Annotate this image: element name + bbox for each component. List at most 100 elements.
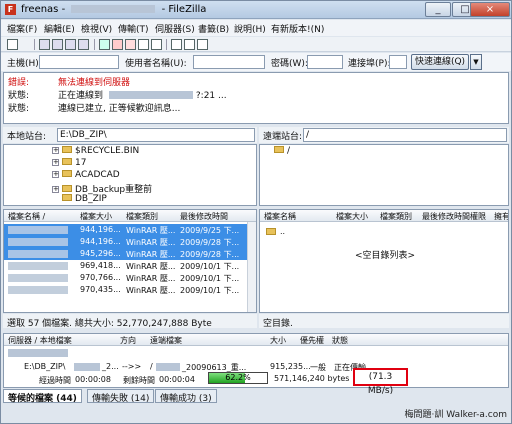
tree-item[interactable]: + ACADCAD bbox=[52, 170, 120, 182]
local-scrollbar[interactable] bbox=[247, 222, 256, 312]
col-priority[interactable]: 優先權 bbox=[300, 335, 324, 346]
log-text: 無法連線到伺服器 bbox=[58, 78, 131, 88]
col-size[interactable]: 大小 bbox=[270, 335, 286, 346]
toolbar-separator bbox=[166, 39, 167, 50]
menu-bar: 檔案(F) 編輯(E) 檢視(V) 傳輸(T) 伺服器(S) 書籤(B) 說明(… bbox=[1, 20, 511, 36]
col-direction[interactable]: 方向 bbox=[120, 335, 136, 346]
process-queue-icon[interactable] bbox=[112, 39, 123, 50]
col-filename[interactable]: 檔案名稱 bbox=[264, 211, 296, 222]
toggle-log-icon[interactable] bbox=[39, 39, 50, 50]
menu-help[interactable]: 說明(H) bbox=[234, 22, 266, 35]
close-button[interactable]: × bbox=[470, 2, 510, 17]
tree-item[interactable]: + DB_backup重整前 bbox=[52, 182, 152, 195]
file-row[interactable]: 944,196... WinRAR 壓... 2009/9/28 下... bbox=[4, 236, 248, 248]
menu-bookmarks[interactable]: 書籤(B) bbox=[198, 22, 229, 35]
tree-item[interactable]: DB_ZIP bbox=[62, 194, 107, 205]
file-row[interactable]: 970,435... WinRAR 壓... 2009/10/1 下... bbox=[4, 284, 248, 296]
log-row: 狀態: 連線已建立, 正等候歡迎訊息... bbox=[8, 101, 180, 114]
col-filetype[interactable]: 檔案類別 bbox=[126, 211, 158, 222]
remote-path-input[interactable]: / bbox=[303, 128, 507, 142]
site-manager-icon[interactable] bbox=[7, 39, 18, 50]
search-icon[interactable] bbox=[197, 39, 208, 50]
directory-compare-icon[interactable] bbox=[171, 39, 182, 50]
toolbar bbox=[1, 37, 511, 52]
disconnect-icon[interactable] bbox=[138, 39, 149, 50]
queue-header: 伺服器 / 本地檔案 方向 遠端檔案 大小 優先權 狀態 bbox=[4, 334, 508, 346]
host-label: 主機(H): bbox=[7, 59, 42, 69]
quickconnect-bar: 主機(H): 使用者名稱(U): 密碼(W): 連接埠(P): 快速連線(Q) … bbox=[1, 53, 511, 71]
local-path-bar: 本地站台: E:\DB_ZIP\ bbox=[3, 127, 257, 143]
toggle-queue-icon[interactable] bbox=[78, 39, 89, 50]
reconnect-icon[interactable] bbox=[151, 39, 162, 50]
minimize-button[interactable]: _ bbox=[425, 2, 451, 17]
tree-item[interactable]: / bbox=[274, 146, 290, 158]
file-row[interactable]: 944,196... WinRAR 壓... 2009/9/25 下... bbox=[4, 224, 248, 236]
remote-file-header: 檔案名稱 檔案大小 檔案類別 最後修改時間 權限 擁有 bbox=[260, 210, 508, 222]
message-log: 錯誤: 無法連線到伺服器 狀態: 正在連線到 ?:21 ... 狀態: 連線已建立, … bbox=[3, 72, 509, 124]
col-modified[interactable]: 最後修改時間 bbox=[422, 211, 470, 222]
menu-server[interactable]: 伺服器(S) bbox=[155, 22, 195, 35]
username-label: 使用者名稱(U): bbox=[125, 59, 187, 69]
cancel-icon[interactable] bbox=[125, 39, 136, 50]
folder-icon bbox=[62, 185, 72, 192]
filezilla-icon: F bbox=[5, 4, 16, 15]
col-server-local[interactable]: 伺服器 / 本地檔案 bbox=[8, 335, 72, 346]
remote-file-list: 檔案名稱 檔案大小 檔案類別 最後修改時間 權限 擁有 .. <空目錄列表> bbox=[259, 209, 509, 313]
redacted-filename bbox=[156, 363, 180, 371]
refresh-icon[interactable] bbox=[99, 39, 110, 50]
menu-view[interactable]: 檢視(V) bbox=[81, 22, 112, 35]
col-filetype[interactable]: 檔案類別 bbox=[380, 211, 412, 222]
watermark: 梅問題‧訓 Walker-a.com bbox=[404, 410, 507, 420]
username-input[interactable] bbox=[193, 55, 265, 69]
redacted-filename bbox=[8, 238, 68, 246]
toggle-remote-tree-icon[interactable] bbox=[65, 39, 76, 50]
folder-icon bbox=[274, 146, 284, 153]
folder-icon bbox=[266, 228, 276, 235]
menu-new-version[interactable]: 有新版本!(N) bbox=[271, 22, 324, 35]
menu-file[interactable]: 檔案(F) bbox=[7, 22, 37, 35]
col-permissions[interactable]: 權限 bbox=[470, 211, 486, 222]
local-path-input[interactable]: E:\DB_ZIP\ bbox=[57, 128, 255, 142]
col-filesize[interactable]: 檔案大小 bbox=[336, 211, 368, 222]
log-type: 狀態: bbox=[8, 104, 30, 114]
toggle-local-tree-icon[interactable] bbox=[52, 39, 63, 50]
tree-item[interactable]: + $RECYCLE.BIN bbox=[52, 146, 139, 158]
col-filesize[interactable]: 檔案大小 bbox=[80, 211, 112, 222]
remote-path-bar: 遠端站台: / bbox=[259, 127, 509, 143]
local-status: 選取 57 個檔案. 總共大小: 52,770,247,888 Byte bbox=[3, 314, 257, 329]
port-label: 連接埠(P): bbox=[348, 59, 391, 69]
file-row[interactable]: 945,296... WinRAR 壓... 2009/9/28 下... bbox=[4, 248, 248, 260]
password-input[interactable] bbox=[307, 55, 343, 69]
log-type: 錯誤: bbox=[8, 78, 30, 88]
queue-tabs: 等候的檔案 (44) 傳輸失敗 (14) 傳輸成功 (3) bbox=[3, 389, 509, 404]
folder-icon bbox=[62, 158, 72, 165]
empty-directory-message: <空目錄列表> bbox=[354, 251, 416, 261]
port-input[interactable] bbox=[389, 55, 407, 69]
host-input[interactable] bbox=[39, 55, 119, 69]
tab-queued-files[interactable]: 等候的檔案 (44) bbox=[3, 389, 82, 404]
tab-successful-transfers[interactable]: 傳輸成功 (3) bbox=[155, 389, 217, 404]
file-row[interactable]: 970,766... WinRAR 壓... 2009/10/1 下... bbox=[4, 272, 248, 284]
quickconnect-button[interactable]: 快速連線(Q) bbox=[411, 54, 469, 70]
password-label: 密碼(W): bbox=[271, 59, 308, 69]
transfer-progress-bar: 62.2% bbox=[208, 372, 268, 384]
redacted-filename bbox=[8, 262, 68, 270]
tab-failed-transfers[interactable]: 傳輸失敗 (14) bbox=[87, 389, 155, 404]
transfer-speed: (71.3 MB/s) bbox=[353, 368, 408, 396]
menu-edit[interactable]: 編輯(E) bbox=[44, 22, 75, 35]
redacted-filename bbox=[74, 363, 100, 371]
tree-item[interactable]: +17 bbox=[52, 158, 86, 170]
transferred-bytes: 571,146,240 bytes bbox=[274, 374, 350, 383]
local-file-list: 檔案名稱 / 檔案大小 檔案類別 最後修改時間 944,196... WinRAR… bbox=[3, 209, 257, 313]
file-row[interactable]: 969,418... WinRAR 壓... 2009/10/1 下... bbox=[4, 260, 248, 272]
col-filename[interactable]: 檔案名稱 / bbox=[8, 211, 45, 222]
col-owner[interactable]: 擁有 bbox=[494, 211, 508, 222]
redacted-host bbox=[71, 5, 156, 13]
col-remote-file[interactable]: 遠端檔案 bbox=[150, 335, 182, 346]
col-modified[interactable]: 最後修改時間 bbox=[180, 211, 228, 222]
sync-browse-icon[interactable] bbox=[184, 39, 195, 50]
redacted-filename bbox=[8, 250, 68, 258]
chevron-down-icon[interactable]: ▼ bbox=[470, 54, 482, 70]
col-status[interactable]: 狀態 bbox=[332, 335, 348, 346]
menu-transfer[interactable]: 傳輸(T) bbox=[118, 22, 149, 35]
